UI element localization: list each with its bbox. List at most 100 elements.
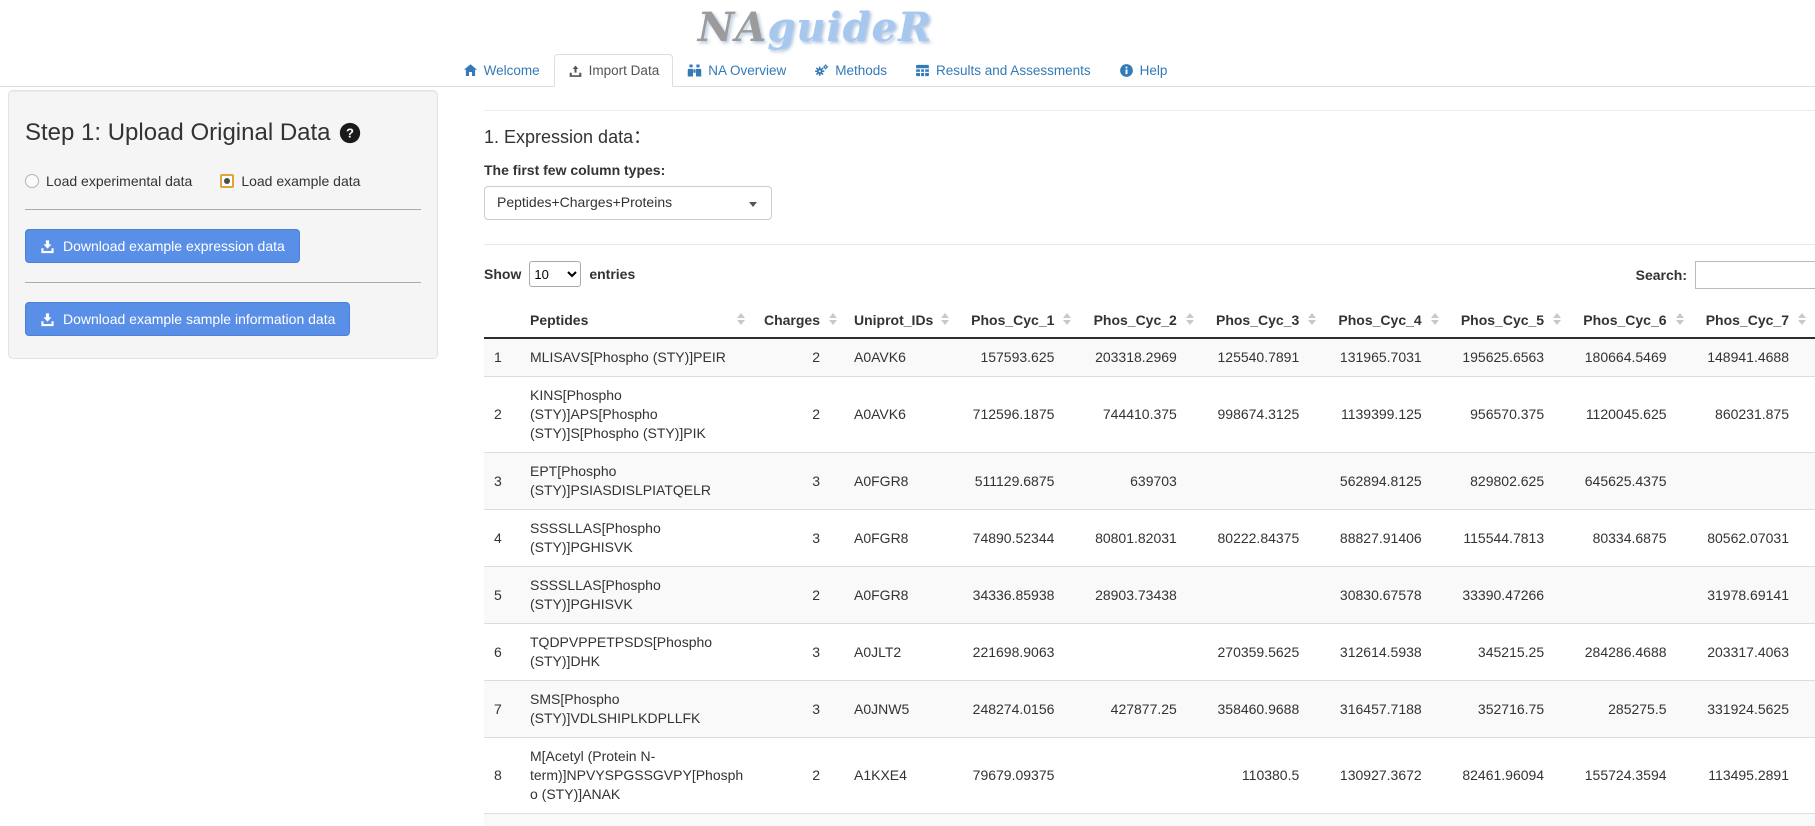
column-header-phos_cyc_7[interactable]: Phos_Cyc_7 — [1693, 303, 1815, 338]
table-cell: 639703 — [1080, 453, 1202, 510]
table-cell: A0AVK6 — [846, 338, 958, 377]
radio-load-example[interactable]: Load example data — [220, 173, 360, 189]
table-cell: MLISAVS[Phospho (STY)]PEIR — [522, 338, 754, 377]
table-cell — [1080, 738, 1202, 814]
table-cell: 1120045.625 — [1570, 377, 1692, 453]
column-header-label: Phos_Cyc_7 — [1706, 312, 1789, 328]
column-header-label: Phos_Cyc_3 — [1216, 312, 1299, 328]
table-cell: TQDPVPPETPSDS[Phospho (STY)]DHK — [522, 624, 754, 681]
data-source-radios: Load experimental data Load example data — [25, 173, 421, 189]
page-length-control: Show 10 entries — [484, 261, 1815, 287]
tab-import-data[interactable]: Import Data — [554, 54, 674, 87]
button-label: Download example sample information data — [63, 311, 335, 327]
table-cell: KINS[Phospho (STY)]APS[Phospho (STY)]S[P… — [522, 377, 754, 453]
search-input[interactable] — [1695, 261, 1815, 289]
table-cell: 248274.0156 — [958, 681, 1080, 738]
table-cell: 562894.8125 — [1325, 453, 1447, 510]
gears-icon — [814, 63, 829, 78]
tab-label: Help — [1140, 63, 1168, 78]
table-row: 8M[Acetyl (Protein N-term)]NPVYSPGSSGVPY… — [484, 738, 1815, 814]
divider — [25, 282, 421, 283]
tab-na-overview[interactable]: NA Overview — [673, 54, 800, 87]
sort-icon — [1063, 313, 1071, 325]
import-data-content: 1. Expression data： The first few column… — [460, 96, 1815, 826]
table-cell: 358460.9688 — [1203, 681, 1325, 738]
panel-title-text: Step 1: Upload Original Data — [25, 119, 331, 147]
sort-icon — [829, 313, 837, 325]
table-cell — [1693, 453, 1815, 510]
column-header-uniprot_ids[interactable]: Uniprot_IDs — [846, 303, 958, 338]
table-cell: 712596.1875 — [958, 377, 1080, 453]
table-cell: EPT[Phospho (STY)]PSIASDISLPIATQELR — [522, 453, 754, 510]
tab-label: Results and Assessments — [936, 63, 1091, 78]
table-cell: 6 — [484, 624, 522, 681]
table-cell: 511129.6875 — [958, 453, 1080, 510]
tab-results-and-assessments[interactable]: Results and Assessments — [901, 54, 1105, 87]
table-row: 2KINS[Phospho (STY)]APS[Phospho (STY)]S[… — [484, 377, 1815, 453]
table-cell: 860231.875 — [1693, 377, 1815, 453]
table-cell: 744410.375 — [1080, 377, 1202, 453]
column-header-phos_cyc_2[interactable]: Phos_Cyc_2 — [1080, 303, 1202, 338]
step1-panel: Step 1: Upload Original Data ? Load expe… — [8, 90, 438, 359]
table-cell: 203318.2969 — [1080, 338, 1202, 377]
table-cell: 3 — [754, 510, 846, 567]
table-row: 5SSSSLLAS[Phospho (STY)]PGHISVK2A0FGR834… — [484, 567, 1815, 624]
table-cell: 34336.85938 — [958, 567, 1080, 624]
table-cell: 352716.75 — [1448, 681, 1570, 738]
table-cell: 221698.9063 — [958, 624, 1080, 681]
column-header-peptides[interactable]: Peptides — [522, 303, 754, 338]
table-cell: 3 — [484, 453, 522, 510]
table-cell: 284286.4688 — [1570, 624, 1692, 681]
question-icon[interactable]: ? — [339, 122, 361, 144]
column-header-phos_cyc_1[interactable]: Phos_Cyc_1 — [958, 303, 1080, 338]
upload-icon — [568, 63, 583, 78]
table-cell: 2 — [484, 377, 522, 453]
table-row: 1MLISAVS[Phospho (STY)]PEIR2A0AVK6157593… — [484, 338, 1815, 377]
table-cell: 1139399.125 — [1325, 377, 1447, 453]
binoculars-icon — [687, 63, 702, 78]
next-row-partial — [484, 813, 1815, 826]
table-cell: A0FGR8 — [846, 453, 958, 510]
table-cell: 645625.4375 — [1570, 453, 1692, 510]
column-header-phos_cyc_3[interactable]: Phos_Cyc_3 — [1203, 303, 1325, 338]
info-icon — [1119, 63, 1134, 78]
table-cell: 345215.25 — [1448, 624, 1570, 681]
tab-welcome[interactable]: Welcome — [449, 54, 554, 87]
column-header-label: Phos_Cyc_2 — [1094, 312, 1177, 328]
download-expression-data-button[interactable]: Download example expression data — [25, 229, 300, 263]
table-cell: 2 — [754, 738, 846, 814]
table-cell: 157593.625 — [958, 338, 1080, 377]
tab-label: Import Data — [589, 63, 660, 78]
table-body: 1MLISAVS[Phospho (STY)]PEIR2A0AVK6157593… — [484, 338, 1815, 813]
table-cell: 2 — [754, 567, 846, 624]
table-cell: 2 — [754, 377, 846, 453]
column-header-charges[interactable]: Charges — [754, 303, 846, 338]
page-length-select[interactable]: 10 — [529, 261, 581, 287]
table-cell: 80334.6875 — [1570, 510, 1692, 567]
column-header-phos_cyc_6[interactable]: Phos_Cyc_6 — [1570, 303, 1692, 338]
radio-checked-icon — [220, 174, 234, 188]
tab-help[interactable]: Help — [1105, 54, 1182, 87]
tab-label: NA Overview — [708, 63, 786, 78]
tab-list: Welcome Import Data NA Overview Methods Resu… — [449, 54, 1182, 87]
entries-label: entries — [589, 266, 635, 282]
table-controls: Show 10 entries Search: — [484, 261, 1815, 291]
download-sample-info-button[interactable]: Download example sample information data — [25, 302, 350, 336]
table-cell: 80222.84375 — [1203, 510, 1325, 567]
column-header-label: Peptides — [530, 312, 588, 328]
column-header-phos_cyc_5[interactable]: Phos_Cyc_5 — [1448, 303, 1570, 338]
column-types-select[interactable]: Peptides+Charges+Proteins — [484, 186, 772, 220]
tab-label: Welcome — [484, 63, 540, 78]
column-header-index — [484, 303, 522, 338]
table-cell — [1203, 453, 1325, 510]
column-header-label: Uniprot_IDs — [854, 312, 933, 328]
svg-text:?: ? — [346, 126, 354, 141]
table-cell: 33390.47266 — [1448, 567, 1570, 624]
radio-load-experimental[interactable]: Load experimental data — [25, 173, 192, 189]
column-header-phos_cyc_4[interactable]: Phos_Cyc_4 — [1325, 303, 1447, 338]
sort-icon — [1308, 313, 1316, 325]
column-header-label: Phos_Cyc_4 — [1338, 312, 1421, 328]
tab-methods[interactable]: Methods — [800, 54, 901, 87]
column-types-label: The first few column types: — [484, 162, 1815, 178]
app-logo-part2: guideR — [767, 4, 932, 51]
